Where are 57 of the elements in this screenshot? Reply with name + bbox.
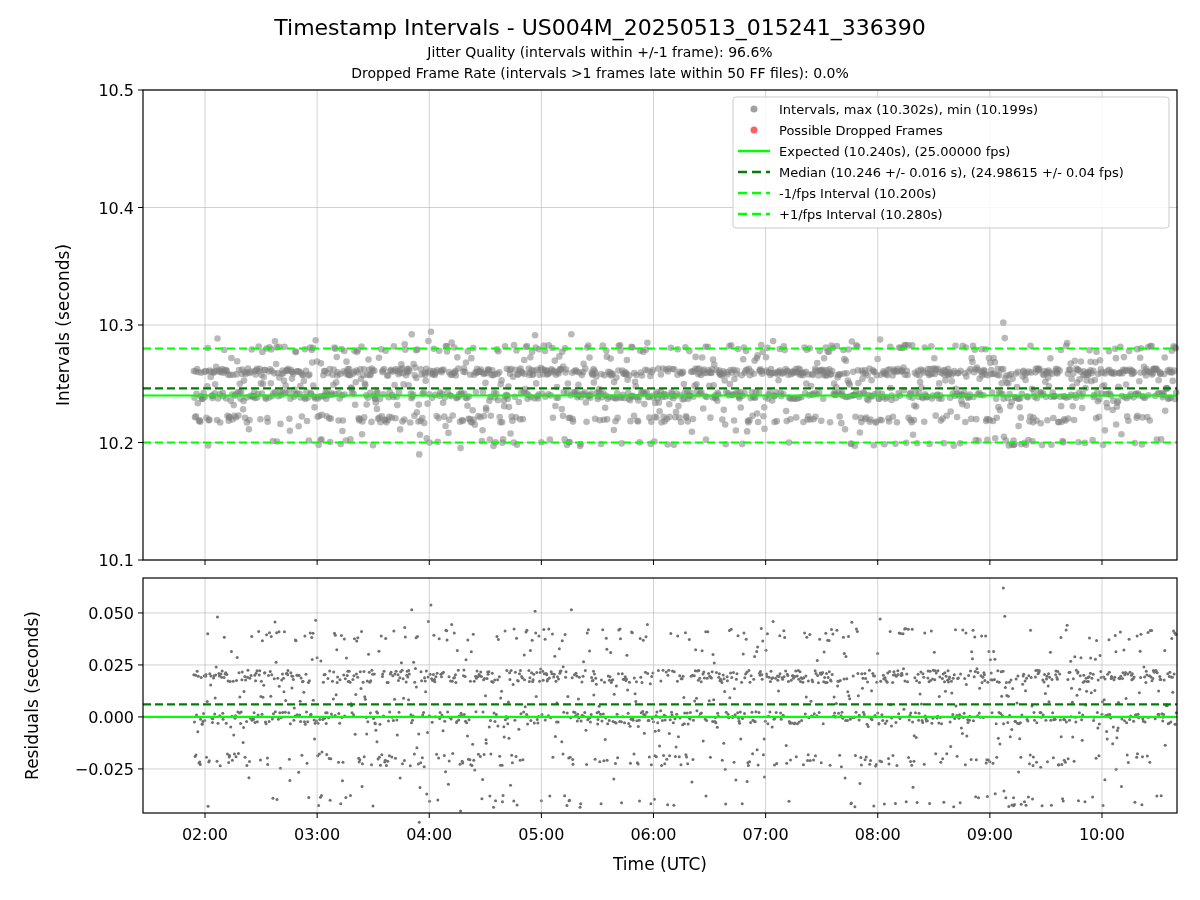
- y-tick-label: −0.025: [74, 759, 134, 779]
- y-tick-label: 10.5: [98, 81, 134, 100]
- tick-mark: [137, 207, 144, 208]
- tick-mark: [765, 559, 767, 566]
- x-axis-label: Time (UTC): [613, 854, 707, 874]
- figure-subtitle: Dropped Frame Rate (intervals >1 frames late within 50 FF files): 0.0%: [351, 64, 849, 83]
- x-tick-label: 09:00: [966, 825, 1013, 844]
- y-axis-label: Residuals (seconds): [22, 611, 42, 780]
- y-axis-label: Intervals (seconds): [53, 243, 73, 407]
- x-tick-label: 04:00: [406, 825, 453, 844]
- tick-mark: [653, 559, 654, 566]
- y-tick-label: 10.4: [98, 198, 134, 218]
- x-tick-label: 10:00: [1078, 825, 1126, 844]
- tick-mark: [137, 324, 144, 326]
- x-tick-label: 05:00: [518, 825, 565, 844]
- x-tick-label: 08:00: [854, 825, 901, 844]
- tick-mark: [877, 559, 879, 566]
- x-tick-label: 02:00: [181, 825, 229, 844]
- tick-mark: [204, 559, 206, 566]
- legend-label: +1/fps Interval (10.280s): [779, 207, 943, 222]
- tick-mark: [204, 812, 206, 819]
- tick-mark: [540, 559, 542, 566]
- tick-mark: [428, 559, 430, 566]
- tick-mark: [1101, 812, 1103, 819]
- y-tick-label: 0.025: [88, 655, 134, 675]
- tick-mark: [137, 442, 144, 443]
- x-tick-label: 07:00: [742, 825, 789, 844]
- tick-mark: [989, 812, 991, 819]
- tick-mark: [137, 559, 144, 561]
- x-tick-label: 06:00: [630, 825, 677, 844]
- tick-mark: [989, 559, 991, 566]
- y-tick-label: 10.1: [98, 551, 134, 570]
- tick-mark: [137, 716, 144, 718]
- legend-label: -1/fps Interval (10.200s): [779, 186, 937, 201]
- x-tick-label: 03:00: [294, 825, 341, 844]
- tick-mark: [877, 812, 879, 819]
- y-tick-label: 0.050: [88, 603, 134, 623]
- tick-mark: [137, 612, 144, 614]
- figure-title: Timestamp Intervals - US004M_20250513_015241_336390: [274, 14, 926, 42]
- y-tick-label: 0.000: [88, 707, 134, 727]
- tick-mark: [540, 812, 542, 819]
- y-tick-label: 10.3: [98, 316, 134, 335]
- legend-label: Intervals, max (10.302s), min (10.199s): [779, 102, 1038, 117]
- y-tick-label: 10.2: [98, 433, 134, 453]
- tick-mark: [137, 89, 144, 91]
- tick-mark: [765, 812, 767, 819]
- tick-mark: [1101, 559, 1103, 566]
- tick-mark: [428, 812, 430, 819]
- legend-label: Possible Dropped Frames: [779, 123, 943, 138]
- tick-mark: [316, 559, 318, 566]
- tick-mark: [653, 812, 654, 819]
- tick-mark: [137, 768, 144, 770]
- legend-label: Median (10.246 +/- 0.016 s), (24.98615 +/- 0.04 fps): [779, 165, 1124, 180]
- figure-subtitle: Jitter Quality (intervals within +/-1 frame): 96.6%: [427, 43, 773, 62]
- legend-label: Expected (10.240s), (25.00000 fps): [779, 144, 1011, 159]
- tick-mark: [316, 812, 318, 819]
- tick-mark: [137, 664, 144, 666]
